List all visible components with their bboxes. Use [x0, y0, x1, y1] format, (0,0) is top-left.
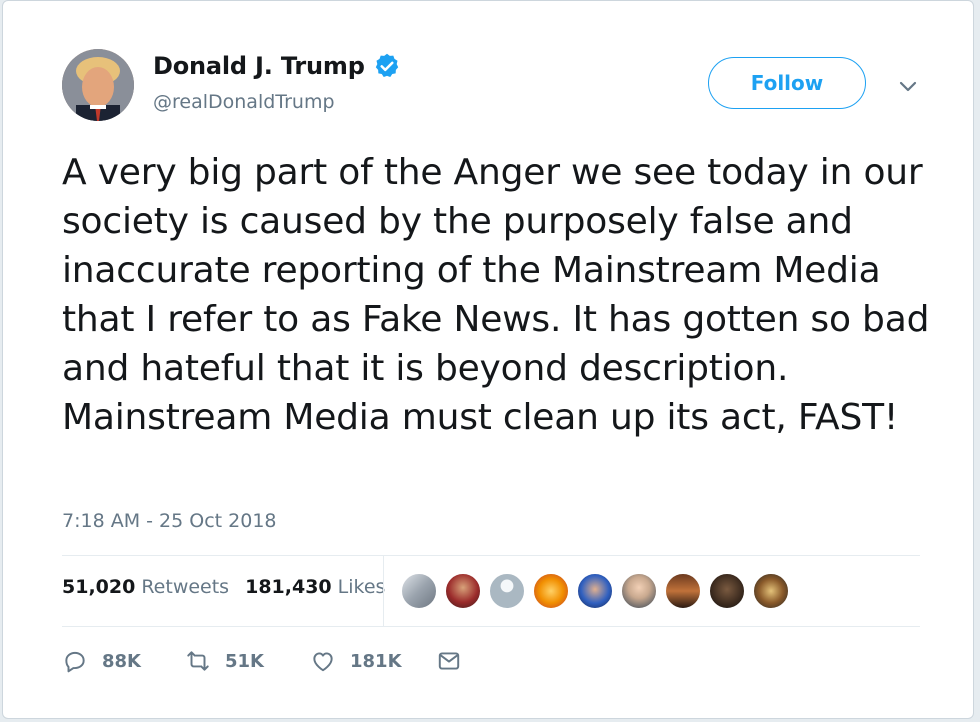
name-row: Donald J. Trump [153, 52, 401, 80]
liker-avatar[interactable] [664, 572, 702, 610]
reply-action[interactable]: 88K [62, 648, 141, 674]
tweet-text: A very big part of the Anger we see toda… [62, 152, 930, 438]
liker-avatar[interactable] [532, 572, 570, 610]
reply-count: 88K [102, 650, 141, 672]
retweet-icon [187, 651, 209, 671]
liker-avatars [400, 572, 796, 610]
chevron-down-icon[interactable] [896, 74, 920, 98]
like-count: 181K [350, 650, 402, 672]
message-icon [438, 652, 459, 670]
verified-badge-icon [375, 53, 398, 77]
liker-avatar[interactable] [400, 572, 438, 610]
tweet-timestamp[interactable]: 7:18 AM - 25 Oct 2018 [62, 510, 277, 532]
retweets-count[interactable]: 51,020 [62, 576, 135, 598]
stats-separator [383, 556, 384, 626]
liker-avatar[interactable] [708, 572, 746, 610]
avatar[interactable] [62, 49, 134, 121]
divider-bottom [62, 626, 920, 627]
display-name[interactable]: Donald J. Trump [153, 52, 365, 80]
liker-avatar[interactable] [752, 572, 790, 610]
message-action[interactable] [436, 648, 462, 674]
liker-avatar[interactable] [576, 572, 614, 610]
liker-avatar[interactable] [444, 572, 482, 610]
retweets-label[interactable]: Retweets [141, 576, 229, 598]
follow-button[interactable]: Follow [708, 57, 866, 109]
likes-count[interactable]: 181,430 [245, 576, 332, 598]
liker-avatar[interactable] [620, 572, 658, 610]
tweet-actions: 88K 51K 181K [62, 648, 462, 674]
like-action[interactable]: 181K [310, 648, 402, 674]
liker-avatar[interactable] [488, 572, 526, 610]
user-handle[interactable]: @realDonaldTrump [153, 91, 335, 113]
reply-icon [65, 651, 85, 673]
retweet-action[interactable]: 51K [185, 648, 264, 674]
like-icon [313, 652, 333, 672]
divider-top [62, 555, 920, 556]
likes-label[interactable]: Likes [338, 576, 386, 598]
tweet-stats: 51,020 Retweets 181,430 Likes [62, 576, 385, 598]
retweet-count: 51K [225, 650, 264, 672]
